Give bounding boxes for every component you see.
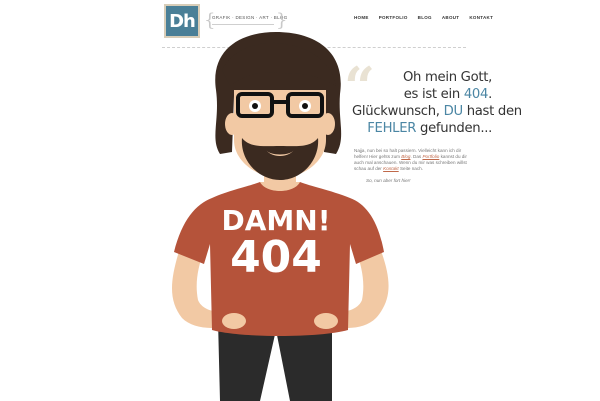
right-hand <box>314 313 338 329</box>
nav-portfolio[interactable]: Portfolio <box>379 15 408 20</box>
body-text: . Das <box>410 153 423 159</box>
headline-text: Oh mein Gott, <box>402 70 492 85</box>
kontakt-link[interactable]: Kontakt <box>383 166 399 171</box>
shirt-text-404: 404 <box>230 232 322 283</box>
tagline-block: { Grafik · Design · Art · Blog } <box>204 10 287 31</box>
left-hand <box>222 313 246 329</box>
nav-kontakt[interactable]: Kontakt <box>469 15 493 20</box>
left-brace-icon: { <box>204 10 216 31</box>
headline-highlight-404: 404 <box>463 87 489 102</box>
headline-text: es ist ein <box>403 87 464 102</box>
headline-highlight-fehler: FEHLER <box>367 121 417 136</box>
headline-text: hast den <box>462 104 522 119</box>
error-body: Najja, nun bei so halt passiern. Viellei… <box>354 148 472 173</box>
nav-about[interactable]: About <box>442 15 460 20</box>
headline-line-4: FEHLER gefunden... <box>352 120 492 137</box>
head <box>215 32 342 180</box>
signature: So, nun aber fort hier! <box>366 178 411 183</box>
nav-blog[interactable]: Blog <box>418 15 432 20</box>
headline-text: Glückwunsch, <box>352 104 444 119</box>
headline-line-1: Oh mein Gott, <box>352 69 492 86</box>
tagline-underline <box>212 24 274 25</box>
right-brace-icon: } <box>276 10 288 31</box>
headline-text: . <box>488 87 492 102</box>
headline-line-3: Glückwunsch, DU hast den <box>352 103 522 120</box>
page-404: Dh { Grafik · Design · Art · Blog } Home… <box>0 0 600 401</box>
portfolio-link[interactable]: Portfolio <box>422 154 439 159</box>
headline-text: gefunden... <box>416 121 492 136</box>
nav-home[interactable]: Home <box>354 15 369 20</box>
headline-line-2: es ist ein 404. <box>352 86 493 103</box>
error-headline: Oh mein Gott, es ist ein 404. Glückwunsc… <box>352 69 522 137</box>
headline-highlight-du: DU <box>443 104 464 119</box>
main-nav: Home Portfolio Blog About Kontakt <box>354 15 493 20</box>
body-text: Seite nach. <box>398 166 423 172</box>
